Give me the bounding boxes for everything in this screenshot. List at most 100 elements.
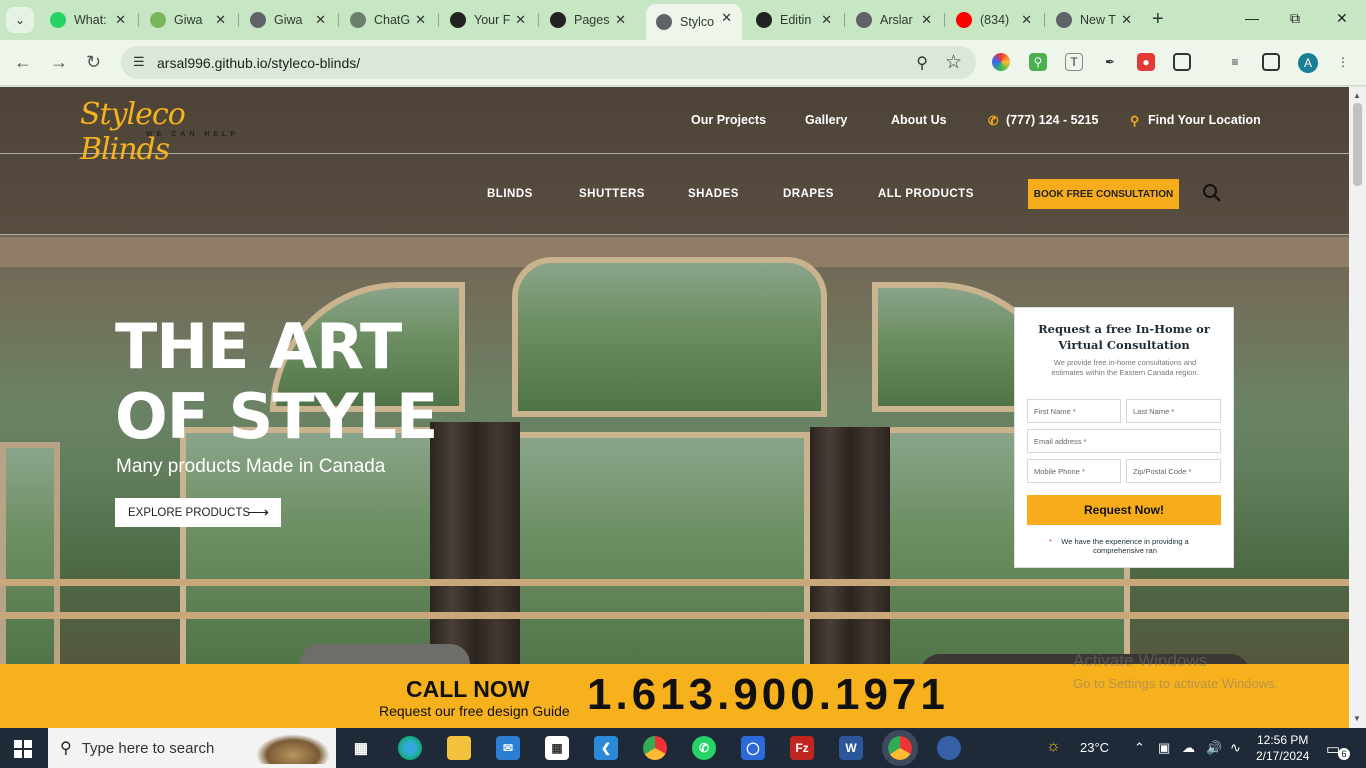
red-extension-icon[interactable]: ● xyxy=(1137,53,1155,71)
vscode-icon[interactable]: ❮ xyxy=(594,736,618,760)
search-icon[interactable] xyxy=(1202,183,1222,203)
nav-phone-number[interactable]: (777) 124 - 5215 xyxy=(1006,113,1098,127)
volume-icon[interactable]: 🔊 xyxy=(1206,740,1222,756)
tab-label: What: xyxy=(74,13,107,27)
microsoft-store-icon[interactable]: ▦ xyxy=(545,736,569,760)
zip-code-field[interactable]: Zip/Postal Code * xyxy=(1126,459,1221,483)
last-name-field[interactable]: Last Name * xyxy=(1126,399,1221,423)
first-name-field[interactable]: First Name * xyxy=(1027,399,1121,423)
mobile-phone-field[interactable]: Mobile Phone * xyxy=(1027,459,1121,483)
nav-our-projects[interactable]: Our Projects xyxy=(691,113,766,127)
eyedropper-extension-icon[interactable]: ✒ xyxy=(1101,53,1119,71)
nav-blinds[interactable]: BLINDS xyxy=(487,188,533,200)
meet-now-icon[interactable]: ▣ xyxy=(1158,740,1170,756)
call-phone-number[interactable]: 1.613.900.1971 xyxy=(587,670,949,720)
browser-tab[interactable]: Pages ✕ xyxy=(540,6,636,34)
tab-close-icon[interactable]: ✕ xyxy=(1121,12,1132,28)
tab-close-icon[interactable]: ✕ xyxy=(821,12,832,28)
green-extension-icon[interactable]: ⚲ xyxy=(1029,53,1047,71)
site-settings-icon[interactable]: ☰ xyxy=(133,54,149,70)
network-icon[interactable]: ☁ xyxy=(1182,740,1195,756)
bookmark-star-icon[interactable]: ☆ xyxy=(945,51,962,74)
tab-close-icon[interactable]: ✕ xyxy=(315,12,326,28)
weather-temp[interactable]: 23°C xyxy=(1080,740,1109,755)
side-panel-icon[interactable] xyxy=(1262,53,1280,71)
search-highlight-image xyxy=(256,734,330,764)
back-arrow-icon[interactable]: ← xyxy=(14,52,32,73)
nav-all-products[interactable]: ALL PRODUCTS xyxy=(878,188,974,200)
github-icon xyxy=(450,12,466,28)
tab-close-icon[interactable]: ✕ xyxy=(921,12,932,28)
page-scrollbar[interactable]: ▲ ▼ xyxy=(1349,87,1366,728)
request-now-button[interactable]: Request Now! xyxy=(1027,495,1221,525)
nav-find-location[interactable]: Find Your Location xyxy=(1148,113,1261,127)
browser-tab-strip: ⌄ What: ✕ Giwa ✕ Giwa ✕ ChatG ✕ Your F ✕ Pages ✕ Sty… xyxy=(0,0,1366,40)
browser-tab[interactable]: What: ✕ xyxy=(40,6,136,34)
book-consultation-button[interactable]: BOOK FREE CONSULTATION xyxy=(1028,179,1179,209)
profile-avatar[interactable]: A xyxy=(1298,53,1318,73)
extensions-puzzle-icon[interactable] xyxy=(1173,53,1191,71)
close-window-icon[interactable]: ✕ xyxy=(1336,10,1348,27)
scroll-down-arrow-icon[interactable]: ▼ xyxy=(1353,714,1361,723)
scrollbar-thumb[interactable] xyxy=(1353,103,1362,186)
browser-tab[interactable]: Giwa ✕ xyxy=(140,6,236,34)
browser-tab[interactable]: ChatG ✕ xyxy=(340,6,436,34)
app-circle-icon[interactable] xyxy=(937,736,961,760)
whatsapp-taskbar-icon[interactable]: ✆ xyxy=(692,736,716,760)
nav-shutters[interactable]: SHUTTERS xyxy=(579,188,645,200)
filezilla-icon[interactable]: Fz xyxy=(790,736,814,760)
browser-tab[interactable]: Arslar ✕ xyxy=(846,6,942,34)
url-text[interactable]: arsal996.github.io/styleco-blinds/ xyxy=(157,55,360,71)
file-explorer-icon[interactable] xyxy=(447,736,471,760)
browser-tab[interactable]: Giwa ✕ xyxy=(240,6,336,34)
tab-close-icon[interactable]: ✕ xyxy=(215,12,226,28)
browser-tab[interactable]: Stylco ✕ xyxy=(646,4,742,40)
tab-close-icon[interactable]: ✕ xyxy=(1021,12,1032,28)
chrome-icon[interactable] xyxy=(643,736,667,760)
taskbar-search-box[interactable]: ⚲ Type here to search xyxy=(48,728,336,768)
word-icon[interactable]: W xyxy=(839,736,863,760)
reload-icon[interactable]: ↻ xyxy=(86,52,101,73)
tab-search-chevron-icon[interactable]: ⌄ xyxy=(6,7,34,33)
nav-about-us[interactable]: About Us xyxy=(891,113,947,127)
explore-products-button[interactable]: EXPLORE PRODUCTS ⟶ xyxy=(115,498,281,527)
task-view-icon[interactable]: ▦ xyxy=(349,736,373,760)
text-extension-icon[interactable]: T xyxy=(1065,53,1083,71)
address-bar[interactable]: ☰ arsal996.github.io/styleco-blinds/ ⚲ ☆ xyxy=(121,46,976,79)
chrome-menu-kebab-icon[interactable]: ⋮ xyxy=(1334,53,1352,71)
weather-sun-icon[interactable]: ☼ xyxy=(1046,738,1061,756)
edge-browser-icon[interactable] xyxy=(398,736,422,760)
tray-chevron-icon[interactable]: ⌃ xyxy=(1134,740,1145,756)
chatgpt-icon xyxy=(350,12,366,28)
nav-shades[interactable]: SHADES xyxy=(688,188,739,200)
browser-tab[interactable]: (834) ✕ xyxy=(946,6,1042,34)
chrome-active-icon[interactable] xyxy=(882,730,918,766)
tab-close-icon[interactable]: ✕ xyxy=(721,10,732,26)
windows-start-icon[interactable] xyxy=(14,740,32,758)
wifi-icon[interactable]: ∿ xyxy=(1230,740,1241,756)
color-picker-extension-icon[interactable] xyxy=(992,53,1010,71)
zoom-magnifier-icon[interactable]: ⚲ xyxy=(916,53,928,73)
globe-icon xyxy=(856,12,872,28)
system-clock[interactable]: 12:56 PM 2/17/2024 xyxy=(1256,732,1309,764)
security-shield-icon[interactable]: ◯ xyxy=(741,736,765,760)
mail-icon[interactable]: ✉ xyxy=(496,736,520,760)
tab-close-icon[interactable]: ✕ xyxy=(115,12,126,28)
tab-close-icon[interactable]: ✕ xyxy=(615,12,626,28)
forward-arrow-icon[interactable]: → xyxy=(50,52,68,73)
browser-tab[interactable]: New T ✕ xyxy=(1046,6,1142,34)
site-logo[interactable]: Styleco Blinds WE CAN HELP xyxy=(80,97,255,167)
nav-drapes[interactable]: DRAPES xyxy=(783,188,834,200)
scroll-up-arrow-icon[interactable]: ▲ xyxy=(1353,91,1361,100)
new-tab-plus-icon[interactable]: + xyxy=(1152,8,1164,31)
tab-close-icon[interactable]: ✕ xyxy=(515,12,526,28)
nav-gallery[interactable]: Gallery xyxy=(805,113,847,127)
restore-icon[interactable]: ⧉ xyxy=(1290,10,1300,27)
browser-tab[interactable]: Editin ✕ xyxy=(746,6,842,34)
browser-tab[interactable]: Your F ✕ xyxy=(440,6,536,34)
tab-close-icon[interactable]: ✕ xyxy=(415,12,426,28)
website-viewport: Styleco Blinds WE CAN HELP Our Projects … xyxy=(0,87,1349,728)
minimize-icon[interactable]: — xyxy=(1245,10,1259,26)
media-control-icon[interactable]: ≡ xyxy=(1226,53,1244,71)
email-field[interactable]: Email address * xyxy=(1027,429,1221,453)
